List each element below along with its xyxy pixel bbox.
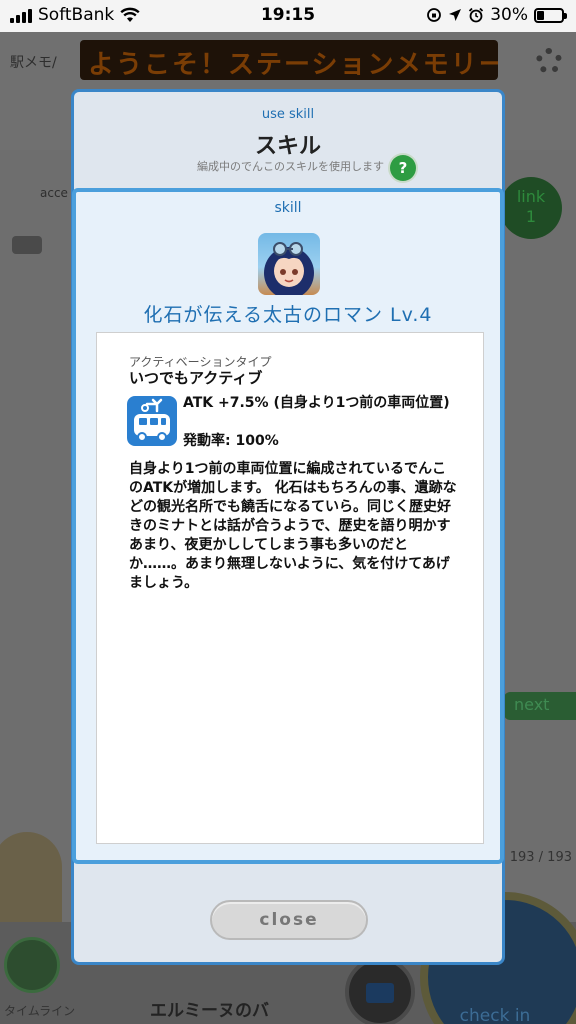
status-bar: SoftBank 19:15 30% [0, 0, 576, 32]
battery-percent: 30% [490, 5, 528, 25]
refresh-icon[interactable] [12, 236, 42, 254]
denko-avatar-icon [258, 233, 320, 295]
skill-description: 自身より1つ前の車両位置に編成されているでんこのATKが増加します。 化石はもち… [129, 461, 457, 591]
skill-tag: skill [274, 200, 302, 216]
bg-link-badge[interactable]: link 1 [500, 177, 562, 239]
train-car-icon [127, 396, 177, 446]
help-button[interactable]: ? [390, 155, 416, 181]
activation-type-value: いつでもアクティブ [129, 369, 263, 387]
bg-eru-label: エルミーヌのバ [150, 1001, 269, 1021]
close-button[interactable]: close [210, 900, 368, 940]
bg-link-value: 1 [525, 207, 537, 226]
bg-link-label: link [516, 187, 546, 206]
gear-icon[interactable] [536, 48, 562, 74]
dialog-description: 編成中のでんこのスキルを使用します [197, 160, 384, 173]
skill-effect: ATK +7.5% (自身より1つ前の車両位置) [183, 395, 450, 411]
dialog-title: スキル [254, 134, 321, 159]
skill-detail-card: アクティベーションタイプ いつでもアクティブ ATK +7.5% (自身より1つ… [96, 332, 484, 844]
briefcase-icon[interactable] [345, 957, 415, 1024]
home-icon[interactable] [4, 937, 60, 993]
location-arrow-icon [449, 9, 462, 21]
bg-marquee: ようこそ！ステーションメモリー [80, 40, 498, 80]
skill-activation-rate: 発動率: 100% [183, 433, 279, 449]
bg-character [0, 832, 62, 932]
status-right: 30% [426, 5, 567, 25]
bg-ekimemo-label: 駅メモ/ [10, 55, 57, 71]
bg-timeline-label: タイムライン [4, 1004, 76, 1018]
skill-detail-panel: skill 化石が伝える太古のロマン Lv.4 アクティベーションタイプ いつで… [72, 188, 504, 864]
rotation-lock-icon [427, 8, 442, 22]
battery-icon [534, 7, 567, 23]
skill-name: 化石が伝える太古のロマン Lv.4 [143, 304, 433, 326]
dialog-subtitle: use skill [261, 107, 315, 122]
bg-acce-label: acce [40, 186, 68, 200]
bg-count: 193 / 193 [509, 850, 572, 865]
battery-fill [537, 10, 545, 20]
alarm-icon [469, 7, 484, 23]
bg-next-button[interactable]: next [504, 692, 576, 720]
